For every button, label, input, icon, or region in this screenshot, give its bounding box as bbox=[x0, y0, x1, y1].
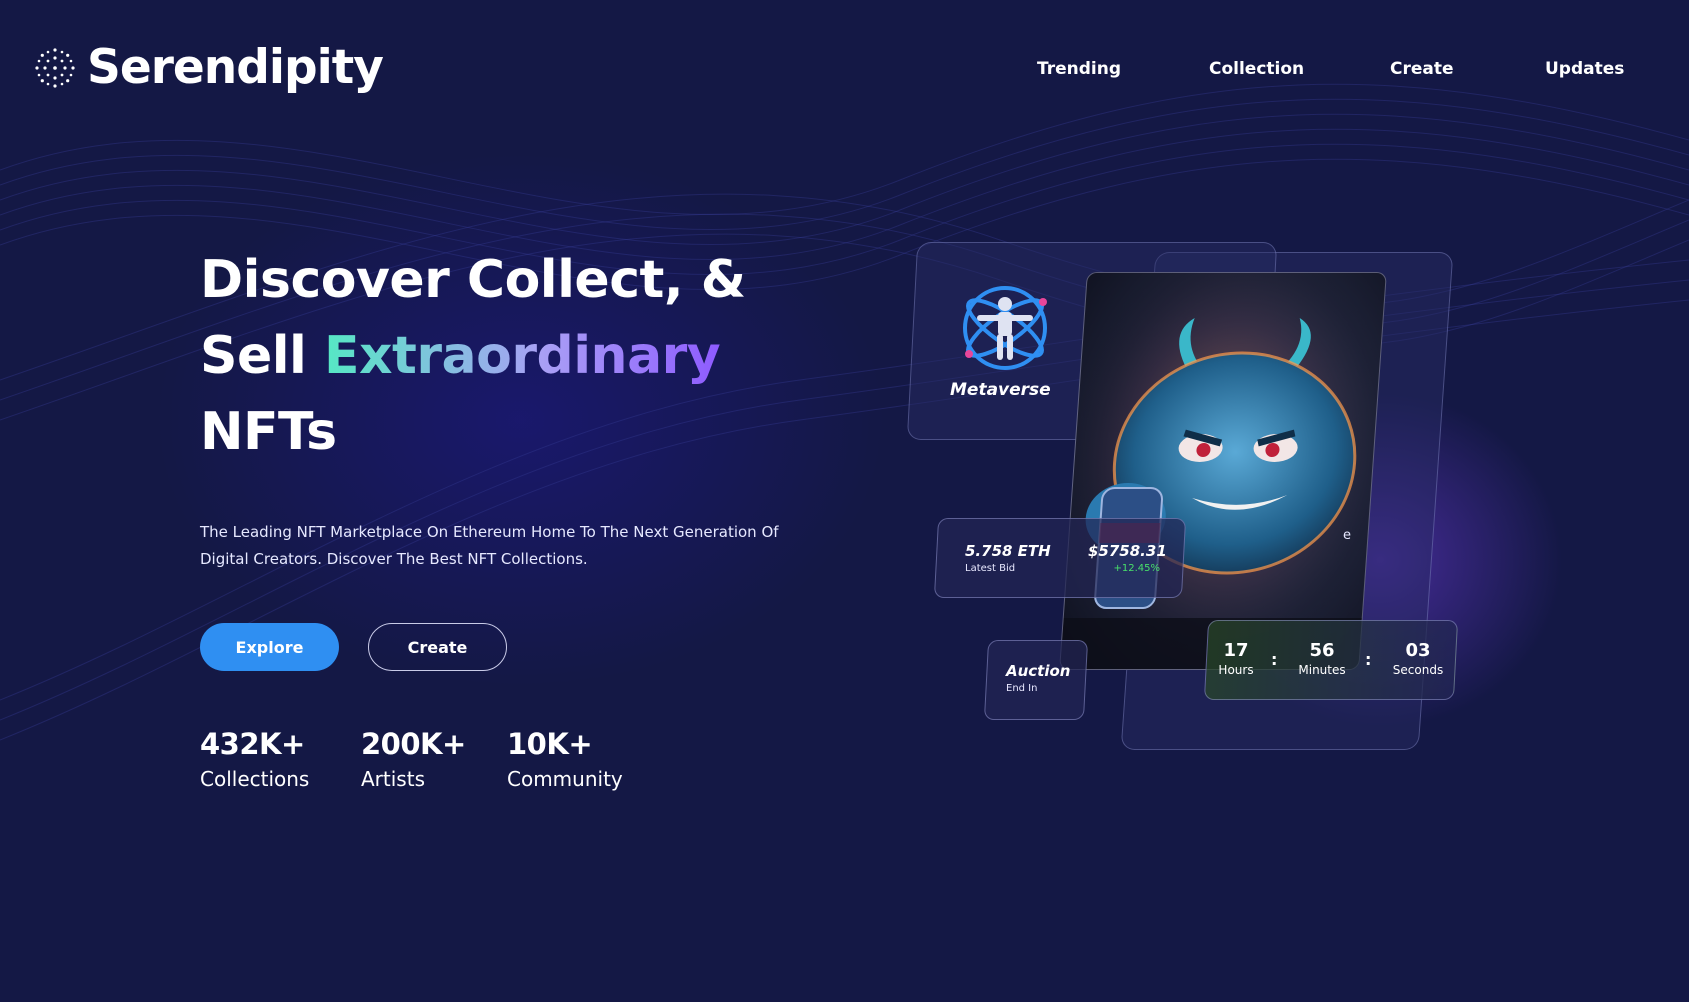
bid-usd-block: $5758.31 +12.45% bbox=[1088, 542, 1167, 574]
timer-minutes: 56 Minutes bbox=[1290, 640, 1354, 678]
nav-link-collection[interactable]: Collection bbox=[1209, 58, 1304, 80]
timer-separator: : bbox=[1271, 650, 1278, 669]
auction-block: Auction End In bbox=[1006, 662, 1070, 694]
hero-description: The Leading NFT Marketplace On Ethereum … bbox=[200, 523, 779, 568]
nav-link-updates[interactable]: Updates bbox=[1545, 58, 1624, 80]
headline-line-1: Discover Collect, & bbox=[200, 250, 746, 310]
stat-collections: 432K+ Collections bbox=[200, 726, 309, 794]
vitruvian-atom-icon bbox=[963, 286, 1047, 370]
stat-value: 10K+ bbox=[507, 727, 593, 761]
auction-subtitle: End In bbox=[1006, 683, 1038, 694]
main-nav: Trending Collection Create Updates bbox=[0, 58, 1689, 82]
stat-artists: 200K+ Artists bbox=[361, 726, 466, 794]
hero-headline: Discover Collect, & Sell Extraordinary N… bbox=[200, 242, 746, 470]
stat-label: Community bbox=[507, 767, 623, 791]
timer-separator: : bbox=[1365, 650, 1372, 669]
bid-usd-value: $5758.31 bbox=[1088, 542, 1167, 560]
stat-label: Collections bbox=[200, 767, 310, 791]
explore-button[interactable]: Explore bbox=[200, 623, 339, 671]
timer-minutes-value: 56 bbox=[1309, 640, 1335, 661]
nav-link-trending[interactable]: Trending bbox=[1037, 58, 1121, 80]
stat-value: 200K+ bbox=[361, 727, 466, 761]
headline-highlight: Extraordinary bbox=[323, 326, 721, 386]
headline-line-3: NFTs bbox=[200, 402, 337, 462]
timer-minutes-label: Minutes bbox=[1298, 663, 1346, 677]
timer-seconds-value: 03 bbox=[1405, 640, 1431, 661]
headline-line-2-start: Sell bbox=[200, 326, 324, 386]
landing-page: Serendipity Trending Collection Create U… bbox=[0, 0, 1689, 1002]
blue-monster-nft-artwork bbox=[1060, 273, 1387, 670]
timer-seconds: 03 Seconds bbox=[1386, 640, 1450, 678]
bid-eth-block: 5.758 ETH Latest Bid bbox=[965, 542, 1051, 574]
nft-artwork-frame[interactable] bbox=[1059, 272, 1387, 670]
stat-community: 10K+ Community bbox=[507, 726, 623, 794]
auction-title: Auction bbox=[1006, 662, 1071, 680]
bid-eth-value: 5.758 ETH bbox=[965, 542, 1051, 560]
timer-seconds-label: Seconds bbox=[1392, 663, 1444, 677]
timer-hours-value: 17 bbox=[1223, 640, 1249, 661]
timer-hours-label: Hours bbox=[1218, 663, 1254, 677]
nav-link-create[interactable]: Create bbox=[1390, 58, 1454, 80]
partially-hidden-text: e bbox=[1343, 528, 1351, 543]
stat-label: Artists bbox=[361, 767, 425, 791]
create-button[interactable]: Create bbox=[368, 623, 507, 671]
bid-change-badge: +12.45% bbox=[1113, 563, 1160, 574]
timer-hours: 17 Hours bbox=[1212, 640, 1260, 678]
category-label: Metaverse bbox=[950, 380, 1051, 400]
bid-eth-caption: Latest Bid bbox=[965, 563, 1016, 574]
stat-value: 432K+ bbox=[200, 727, 305, 761]
